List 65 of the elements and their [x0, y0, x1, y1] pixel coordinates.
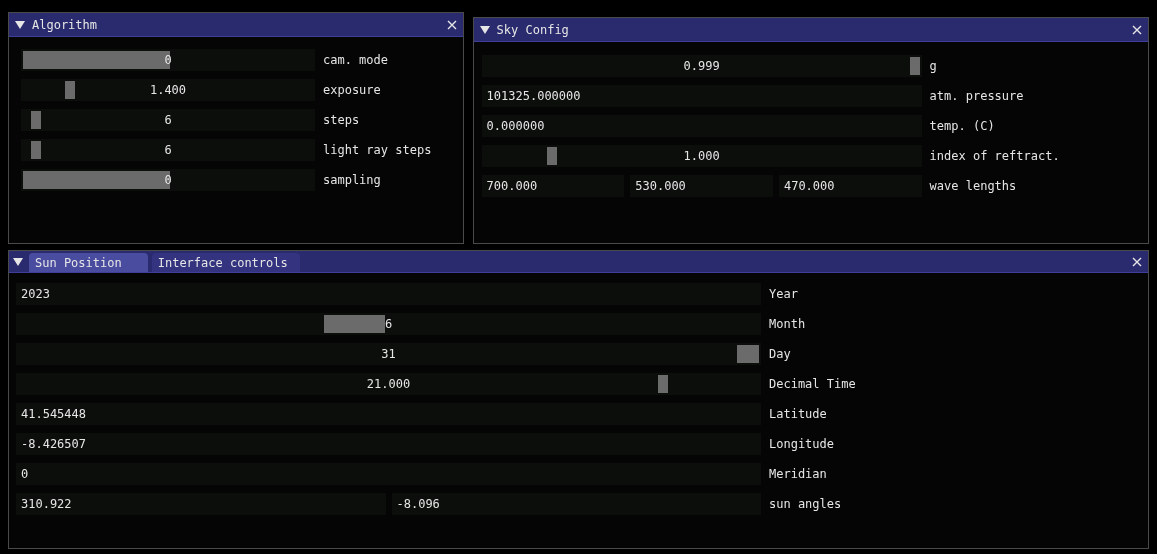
number-field[interactable]: -8.096 [391, 493, 761, 515]
slider-value: 21.000 [366, 377, 411, 391]
slider[interactable]: 1.400 [21, 79, 315, 101]
field-label: light ray steps [323, 143, 432, 157]
field-label: Decimal Time [769, 377, 856, 391]
slider-thumb[interactable] [65, 81, 75, 99]
number-field[interactable]: 700.000 [481, 175, 625, 197]
slider-thumb[interactable] [23, 51, 170, 69]
field-label: cam. mode [323, 53, 389, 67]
slider-value: 1.400 [149, 83, 187, 97]
tab[interactable]: Interface controls [151, 253, 300, 272]
number-field[interactable]: 470.000 [778, 175, 922, 197]
field-label: wave lengths [929, 179, 1017, 193]
slider[interactable]: 6 [21, 109, 315, 131]
number-field[interactable]: 101325.000000 [481, 85, 922, 107]
field-label: atm. pressure [929, 89, 1024, 103]
tab[interactable]: Sun Position [29, 253, 148, 272]
close-icon[interactable] [446, 19, 457, 30]
field-label: Meridian [769, 467, 827, 481]
slider-thumb[interactable] [323, 315, 386, 333]
slider-value: 31 [381, 347, 396, 361]
number-field[interactable]: 41.545448 [16, 403, 761, 425]
collapse-arrow-icon[interactable] [15, 19, 25, 30]
field-label: g [929, 59, 937, 73]
number-field[interactable]: 2023 [16, 283, 761, 305]
slider-thumb[interactable] [23, 171, 170, 189]
slider[interactable]: 1.000 [481, 145, 922, 167]
number-field[interactable]: 0 [16, 463, 761, 485]
slider[interactable]: 31 [16, 343, 761, 365]
slider[interactable]: 6 [21, 139, 315, 161]
close-icon[interactable] [1132, 24, 1142, 35]
slider-value: 1.000 [683, 149, 720, 163]
field-label: Longitude [769, 437, 835, 451]
close-icon[interactable] [1132, 256, 1142, 267]
slider[interactable]: 6 [16, 313, 761, 335]
number-field[interactable]: 310.922 [16, 493, 386, 515]
slider-thumb[interactable] [31, 141, 42, 159]
field-label: index of reftract. [929, 149, 1060, 163]
window-title: Algorithm [32, 17, 98, 32]
number-field[interactable]: 530.000 [630, 175, 773, 197]
slider-thumb[interactable] [909, 57, 920, 75]
slider-value: 6 [384, 317, 393, 331]
slider-thumb[interactable] [547, 147, 558, 165]
field-label: sun angles [769, 497, 842, 511]
field-label: temp. (C) [929, 119, 995, 133]
slider-value: 6 [164, 113, 172, 127]
slider-value: 6 [164, 143, 172, 157]
window-title: Sky Config [496, 22, 569, 37]
slider-thumb[interactable] [31, 111, 42, 129]
field-label: steps [323, 113, 360, 127]
slider-thumb[interactable] [736, 345, 759, 363]
collapse-arrow-icon[interactable] [13, 256, 23, 267]
field-label: Latitude [769, 407, 827, 421]
slider-value: 0.999 [683, 59, 720, 73]
field-label: Year [769, 287, 798, 301]
number-field[interactable]: 0.000000 [481, 115, 922, 137]
slider[interactable]: 21.000 [16, 373, 761, 395]
field-label: sampling [323, 173, 381, 187]
field-label: Month [769, 317, 806, 331]
field-label: Day [769, 347, 791, 361]
number-field[interactable]: -8.426507 [16, 433, 761, 455]
collapse-arrow-icon[interactable] [479, 24, 490, 35]
slider[interactable]: 0.999 [481, 55, 922, 77]
field-label: exposure [323, 83, 381, 97]
slider-thumb[interactable] [657, 375, 668, 393]
